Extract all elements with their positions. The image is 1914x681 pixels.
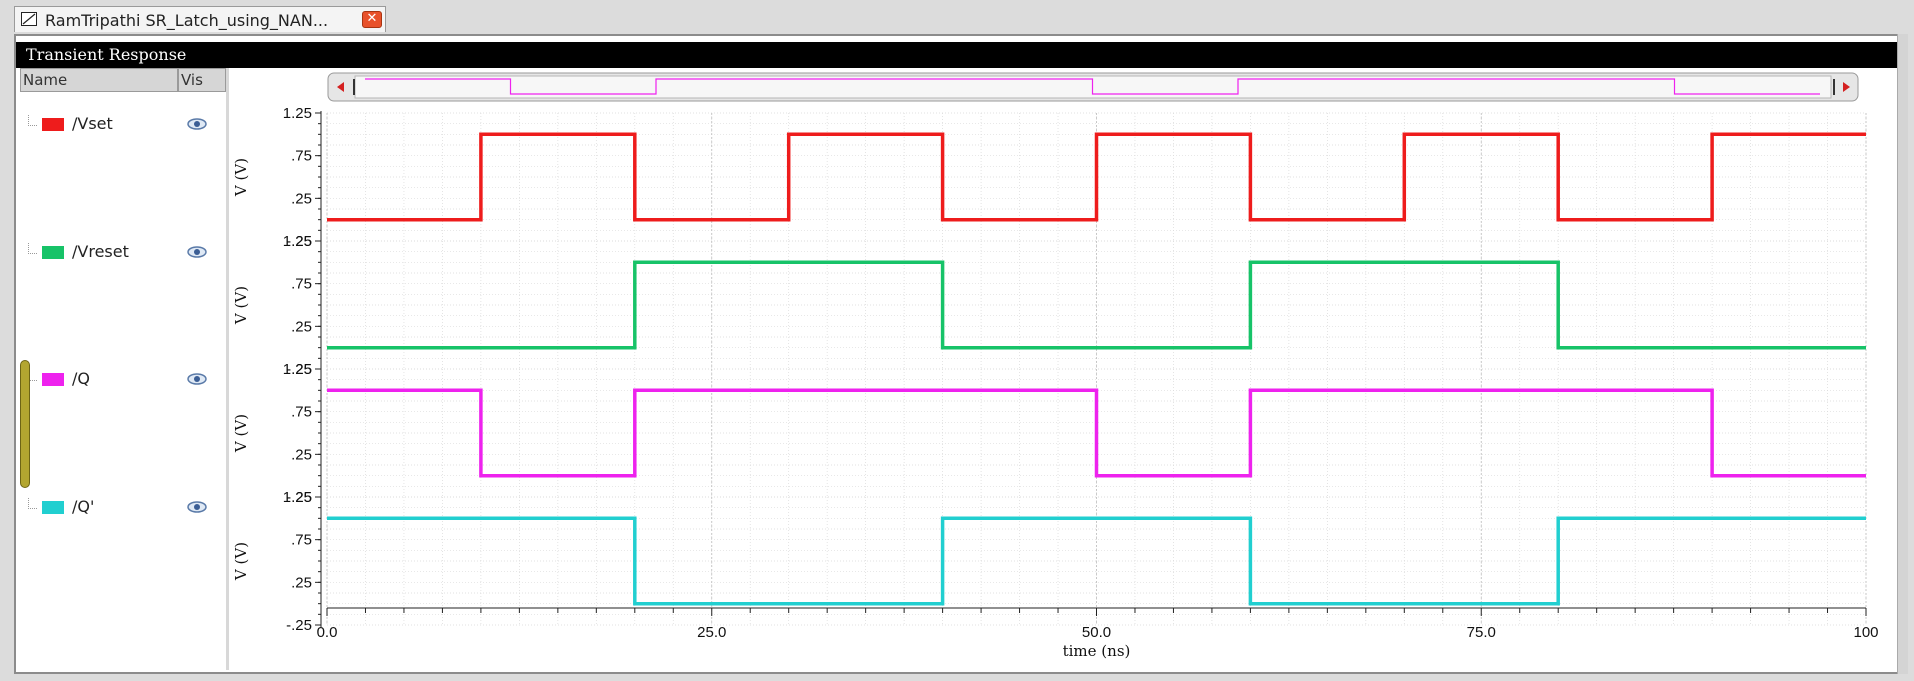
x-tick-label: 25.0	[697, 624, 726, 641]
x-axis-label: time (ns)	[1063, 642, 1131, 660]
x-tick-label: 0.0	[317, 624, 338, 641]
y-tick-label: .25	[291, 574, 312, 591]
waveform-plot-area: 1.25.75.25-.25V (V)1.25.75.25-.25V (V)1.…	[232, 72, 1879, 660]
y-tick-label: .25	[291, 446, 312, 463]
y-tick-label: .25	[291, 190, 312, 207]
y-tick-label: 1.25	[283, 489, 312, 506]
y-axis-label: V (V)	[232, 542, 250, 581]
y-tick-label: 1.25	[283, 233, 312, 250]
y-axis-label: V (V)	[232, 414, 250, 453]
y-axis-label: V (V)	[232, 158, 250, 197]
x-tick-label: 50.0	[1082, 624, 1111, 641]
y-tick-label: .75	[291, 404, 312, 421]
y-tick-label: 1.25	[283, 361, 312, 378]
y-tick-label: -.25	[286, 617, 312, 634]
x-tick-label: 75.0	[1467, 624, 1496, 641]
y-tick-label: .75	[291, 532, 312, 549]
y-tick-label: .75	[291, 276, 312, 293]
y-axis-label: V (V)	[232, 286, 250, 325]
x-tick-label: 100	[1853, 624, 1878, 641]
y-tick-label: .25	[291, 318, 312, 335]
y-tick-label: 1.25	[283, 105, 312, 122]
y-tick-label: .75	[291, 148, 312, 165]
